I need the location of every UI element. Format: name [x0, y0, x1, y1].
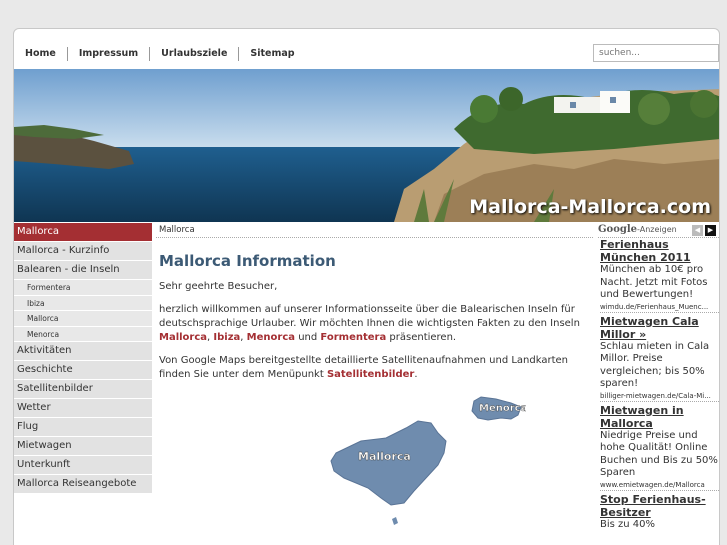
- link-ibiza[interactable]: Ibiza: [213, 332, 240, 343]
- intro-text: herzlich willkommen auf unserer Informat…: [159, 304, 580, 329]
- link-satellitenbilder[interactable]: Satellitenbilder: [327, 369, 414, 380]
- intro-paragraph: herzlich willkommen auf unserer Informat…: [159, 303, 593, 345]
- intro-end: präsentieren.: [389, 332, 457, 343]
- map-label-menorca: Menorca: [479, 403, 526, 414]
- sidebar-item-reiseangebote[interactable]: Mallorca Reiseangebote: [14, 475, 152, 494]
- prev-arrow-icon[interactable]: ◀: [692, 225, 703, 236]
- maps-end: .: [414, 369, 418, 380]
- link-mallorca[interactable]: Mallorca: [159, 332, 207, 343]
- ads-label-text: -Anzeigen: [637, 225, 677, 234]
- main-content: Mallorca Mallorca Information Sehr geehr…: [156, 223, 593, 525]
- link-formentera[interactable]: Formentera: [320, 332, 386, 343]
- next-arrow-icon[interactable]: ▶: [705, 225, 716, 236]
- google-ads-label: Google-Anzeigen: [598, 224, 677, 235]
- ad-url[interactable]: billiger-mietwagen.de/Cala-Mi...: [600, 391, 719, 402]
- sidebar-item-aktivitaeten[interactable]: Aktivitäten: [14, 342, 152, 361]
- sidebar-item-satellitenbilder[interactable]: Satellitenbilder: [14, 380, 152, 399]
- separator-und: und: [298, 332, 318, 343]
- sidebar-subitem-menorca[interactable]: Menorca: [14, 326, 152, 342]
- sidebar-item-balearen[interactable]: Balearen - die Inseln: [14, 261, 152, 280]
- ad-url[interactable]: www.emietwagen.de/Mallorca: [600, 480, 719, 491]
- map-label-mallorca: Mallorca: [358, 450, 411, 463]
- ad-text: München ab 10€ pro Nacht. Jetzt mit Foto…: [600, 264, 708, 300]
- greeting-text: Sehr geehrte Besucher,: [159, 281, 278, 292]
- page-title: Mallorca Information: [159, 252, 336, 270]
- sidebar: Mallorca Mallorca - Kurzinfo Balearen - …: [14, 223, 152, 494]
- mallorca-shape[interactable]: [330, 420, 447, 506]
- balearic-islands-map: Mallorca Menorca: [330, 396, 526, 525]
- sidebar-subitem-ibiza[interactable]: Ibiza: [14, 295, 152, 311]
- ad-text: Niedrige Preise und hohe Qualität! Onlin…: [600, 429, 718, 479]
- sidebar-item-unterkunft[interactable]: Unterkunft: [14, 456, 152, 475]
- sidebar-item-mallorca[interactable]: Mallorca: [14, 223, 152, 242]
- link-menorca[interactable]: Menorca: [247, 332, 295, 343]
- ad-title[interactable]: Stop Ferienhaus-Besitzer: [600, 493, 719, 519]
- separator-comma: ,: [240, 332, 244, 343]
- ad-title[interactable]: Ferienhaus München 2011: [600, 238, 719, 264]
- sidebar-item-kurzinfo[interactable]: Mallorca - Kurzinfo: [14, 242, 152, 261]
- ads-column: Google-Anzeigen ◀ ▶ Ferienhaus München 2…: [598, 223, 719, 532]
- ad-item: Mietwagen in Mallorca Niedrige Preise un…: [598, 404, 719, 491]
- breadcrumb: Mallorca: [156, 223, 593, 238]
- site-logo-text: Mallorca-Mallorca.com: [469, 196, 711, 218]
- ad-item: Stop Ferienhaus-Besitzer Bis zu 40%: [598, 493, 719, 532]
- top-navigation: Home Impressum Urlaubsziele Sitemap: [14, 29, 719, 69]
- nav-urlaubsziele[interactable]: Urlaubsziele: [149, 47, 238, 61]
- nav-sitemap[interactable]: Sitemap: [238, 47, 305, 61]
- sidebar-item-mietwagen[interactable]: Mietwagen: [14, 437, 152, 456]
- main-menu: Home Impressum Urlaubsziele Sitemap: [14, 47, 306, 61]
- cabrera-shape: [392, 517, 398, 525]
- ad-text: Bis zu 40%: [600, 518, 656, 530]
- ad-title[interactable]: Mietwagen Cala Millor »: [600, 315, 719, 341]
- header-banner: Mallorca-Mallorca.com: [14, 69, 719, 222]
- ad-title[interactable]: Mietwagen in Mallorca: [600, 404, 719, 430]
- ad-text: Schlau mieten in Cala Millor. Preise ver…: [600, 340, 710, 390]
- separator-comma: ,: [207, 332, 211, 343]
- nav-home[interactable]: Home: [14, 47, 67, 61]
- ad-item: Ferienhaus München 2011 München ab 10€ p…: [598, 238, 719, 313]
- sidebar-subitem-mallorca[interactable]: Mallorca: [14, 311, 152, 327]
- maps-paragraph: Von Google Maps bereitgestellte detailli…: [159, 354, 593, 382]
- sidebar-item-geschichte[interactable]: Geschichte: [14, 361, 152, 380]
- google-logo: Google: [598, 224, 638, 235]
- sidebar-item-flug[interactable]: Flug: [14, 418, 152, 437]
- search-input[interactable]: [593, 44, 719, 62]
- nav-impressum[interactable]: Impressum: [66, 47, 149, 61]
- ads-header: Google-Anzeigen ◀ ▶: [598, 223, 719, 238]
- sidebar-item-wetter[interactable]: Wetter: [14, 399, 152, 418]
- sidebar-subitem-formentera[interactable]: Formentera: [14, 280, 152, 296]
- ad-item: Mietwagen Cala Millor » Schlau mieten in…: [598, 315, 719, 402]
- ad-url[interactable]: wimdu.de/Ferienhaus_Muenc...: [600, 302, 719, 313]
- page-frame: Home Impressum Urlaubsziele Sitemap such…: [13, 28, 720, 545]
